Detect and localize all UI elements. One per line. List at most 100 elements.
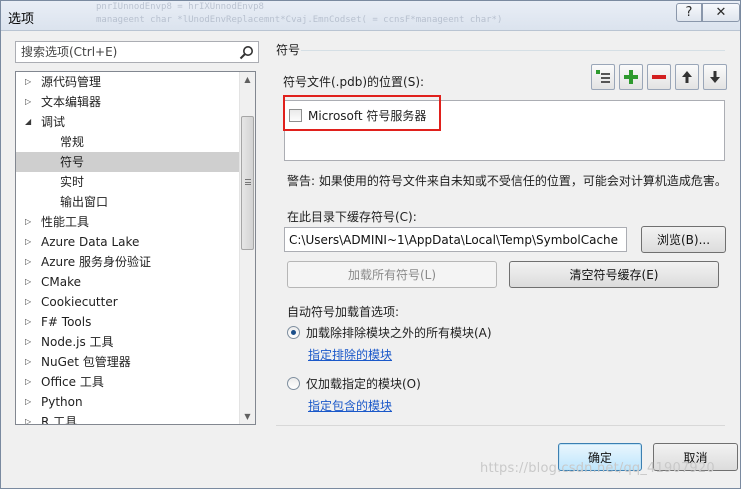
tree-item-label: Office 工具 [41,375,104,389]
tree-item-label: 性能工具 [41,215,90,229]
tree-item[interactable]: ▷ Cookiecutter [16,292,240,312]
title-bar: 选项 pnrIUnnodEnvp8 = hrIXUnnodEnvp8 manag… [1,1,740,31]
watermark-text: https://blog.csdn.net/qq_41907920 [480,461,715,476]
annotation-highlight [283,95,441,131]
clear-symbol-cache-button[interactable]: 清空符号缓存(E) [509,261,719,288]
tree-item[interactable]: 常规 [16,132,240,152]
options-tree: ▷ 源代码管理 ▷ 文本编辑器 ◢ 调试常规符号实时输出窗口 ▷ 性能工具 ▷ Azure Dat… [15,71,256,425]
tree-item[interactable]: ▷ 源代码管理 [16,72,240,92]
collapsed-arrow-icon[interactable]: ▷ [25,72,35,92]
tree-item-label: 实时 [60,175,85,189]
collapsed-arrow-icon[interactable]: ▷ [25,372,35,392]
radio-all-except-row[interactable]: 加载除排除模块之外的所有模块(A) [287,324,492,341]
search-icon[interactable] [239,45,254,60]
tree-item[interactable]: ◢ 调试 [16,112,240,132]
close-button[interactable]: ✕ [702,3,740,22]
expanded-arrow-icon[interactable]: ◢ [25,112,35,132]
arrow-down-icon [710,71,720,83]
tree-item-label: F# Tools [41,315,92,329]
tree-item[interactable]: ▷ Office 工具 [16,372,240,392]
collapsed-arrow-icon[interactable]: ▷ [25,352,35,372]
window-title: 选项 [8,12,35,27]
tree-item-label: 符号 [60,155,85,169]
scroll-down-icon[interactable]: ▼ [240,409,255,424]
search-box[interactable] [15,41,259,63]
tree-item-label: 调试 [41,115,66,129]
tree-item[interactable]: ▷ Azure 服务身份验证 [16,252,240,272]
close-icon: ✕ [715,5,727,20]
tree-item[interactable]: ▷ Azure Data Lake [16,232,240,252]
radio-only-specified[interactable] [287,377,300,390]
load-all-symbols-button[interactable]: 加载所有符号(L) [287,261,497,288]
tree-item-label: Azure 服务身份验证 [41,255,151,269]
import-location-button[interactable] [591,64,615,90]
collapsed-arrow-icon[interactable]: ▷ [25,392,35,412]
tree-item[interactable]: ▷ CMake [16,272,240,292]
plus-icon [624,70,638,84]
tree-item[interactable]: 实时 [16,172,240,192]
tree-item[interactable]: ▷ F# Tools [16,312,240,332]
radio-only-specified-label: 仅加载指定的模块(O) [306,377,421,391]
collapsed-arrow-icon[interactable]: ▷ [25,312,35,332]
move-up-button[interactable] [675,64,699,90]
section-divider [301,50,725,51]
arrow-up-icon [682,71,692,83]
minus-icon [652,75,666,79]
tree-item[interactable]: 输出窗口 [16,192,240,212]
radio-all-except[interactable] [287,326,300,339]
list-import-icon [596,70,610,83]
add-location-button[interactable] [619,64,643,90]
tree-item-label: R 工具 [41,415,78,425]
tree-scrollbar[interactable]: ▲ ▼ [239,72,255,424]
cache-directory-input[interactable] [284,227,627,252]
help-icon: ? [685,5,693,20]
radio-all-except-label: 加载除排除模块之外的所有模块(A) [306,326,492,340]
tree-item-label: Azure Data Lake [41,235,140,249]
collapsed-arrow-icon[interactable]: ▷ [25,412,35,424]
tree-item[interactable]: ▷ R 工具 [16,412,240,425]
collapsed-arrow-icon[interactable]: ▷ [25,332,35,352]
tree-item-label: 输出窗口 [60,195,109,209]
warning-text: 警告: 如果使用的符号文件来自未知或不受信任的位置，可能会对计算机造成危害。 [287,174,727,188]
footer-divider [276,425,725,426]
scroll-thumb[interactable] [241,116,254,250]
background-code-line: pnrIUnnodEnvp8 = hrIXUnnodEnvp8 [96,2,264,12]
tree-item-label: 常规 [60,135,85,149]
tree-item[interactable]: ▷ Node.js 工具 [16,332,240,352]
tree-item[interactable]: ▷ 文本编辑器 [16,92,240,112]
options-dialog: 选项 pnrIUnnodEnvp8 = hrIXUnnodEnvp8 manag… [0,0,741,489]
specify-included-link[interactable]: 指定包含的模块 [308,397,392,414]
search-input[interactable] [19,43,237,61]
background-code-line: manageent char *lUnodEnvReplacemnt*Cvaj.… [96,15,503,25]
tree-item-label: 源代码管理 [41,75,102,89]
remove-location-button[interactable] [647,64,671,90]
tree-item[interactable]: ▷ Python [16,392,240,412]
tree-item-label: NuGet 包管理器 [41,355,131,369]
help-button[interactable]: ? [676,3,702,22]
cache-directory-label: 在此目录下缓存符号(C): [287,210,417,224]
tree-item-label: Cookiecutter [41,295,118,309]
symbol-locations-label: 符号文件(.pdb)的位置(S): [283,75,425,89]
tree-item-label: 文本编辑器 [41,95,102,109]
collapsed-arrow-icon[interactable]: ▷ [25,92,35,112]
tree-item[interactable]: ▷ 性能工具 [16,212,240,232]
tree-item-label: Node.js 工具 [41,335,114,349]
specify-excluded-link[interactable]: 指定排除的模块 [308,346,392,363]
scroll-up-icon[interactable]: ▲ [240,72,255,87]
section-title: 符号 [276,43,301,57]
collapsed-arrow-icon[interactable]: ▷ [25,252,35,272]
tree-item[interactable]: 符号 [16,152,240,172]
radio-only-specified-row[interactable]: 仅加载指定的模块(O) [287,375,421,392]
tree-item-label: CMake [41,275,81,289]
grip-icon [245,179,251,185]
tree-item[interactable]: ▷ NuGet 包管理器 [16,352,240,372]
tree-list: ▷ 源代码管理 ▷ 文本编辑器 ◢ 调试常规符号实时输出窗口 ▷ 性能工具 ▷ Azure Dat… [16,72,240,425]
collapsed-arrow-icon[interactable]: ▷ [25,212,35,232]
browse-button[interactable]: 浏览(B)... [641,226,726,253]
collapsed-arrow-icon[interactable]: ▷ [25,272,35,292]
collapsed-arrow-icon[interactable]: ▷ [25,232,35,252]
collapsed-arrow-icon[interactable]: ▷ [25,292,35,312]
move-down-button[interactable] [703,64,727,90]
background-code-text: pnrIUnnodEnvp8 = hrIXUnnodEnvp8 manageen… [96,1,616,29]
auto-load-preference-label: 自动符号加载首选项: [287,305,400,319]
